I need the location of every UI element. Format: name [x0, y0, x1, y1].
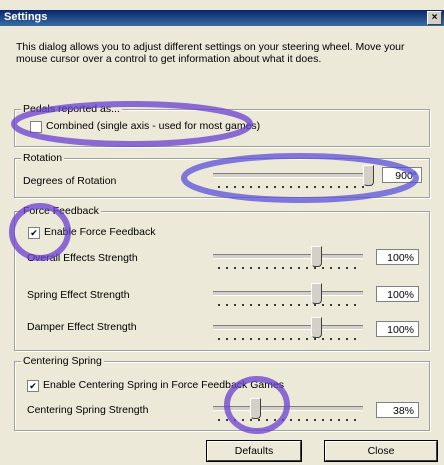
- force-feedback-legend: Force Feedback: [21, 205, 101, 217]
- spring-effect-label: Spring Effect Strength: [27, 289, 130, 301]
- overall-effects-value: 100%: [376, 249, 419, 265]
- overall-effects-label: Overall Effects Strength: [27, 252, 138, 264]
- close-button[interactable]: Close: [324, 440, 438, 462]
- centering-legend: Centering Spring: [21, 355, 104, 367]
- pedals-legend: Pedals reported as...: [21, 103, 122, 115]
- degrees-label: Degrees of Rotation: [23, 175, 117, 187]
- damper-effect-value: 100%: [376, 321, 419, 337]
- spring-effect-thumb[interactable]: [310, 283, 322, 304]
- rotation-legend: Rotation: [21, 152, 65, 164]
- force-feedback-group: Force Feedback ✔ Enable Force Feedback O…: [14, 205, 430, 351]
- combined-label: Combined (single axis - used for most ga…: [46, 120, 261, 132]
- defaults-button[interactable]: Defaults: [206, 440, 302, 462]
- centering-spring-group: Centering Spring ✔ Enable Centering Spri…: [14, 355, 430, 431]
- centering-strength-value: 38%: [376, 402, 419, 418]
- damper-effect-label: Damper Effect Strength: [27, 321, 137, 333]
- rotation-group: Rotation Degrees of Rotation 900°: [14, 152, 430, 198]
- window-title: Settings: [4, 11, 48, 23]
- title-bar: Settings ×: [0, 10, 444, 26]
- intro-text: This dialog allows you to adjust differe…: [16, 41, 405, 65]
- pedals-group: Pedals reported as... Combined (single a…: [14, 103, 430, 147]
- enable-ffb-label: Enable Force Feedback: [44, 226, 156, 238]
- enable-centering-checkbox[interactable]: ✔: [27, 380, 39, 392]
- enable-centering-label: Enable Centering Spring in Force Feedbac…: [43, 379, 285, 391]
- settings-dialog: Settings × This dialog allows you to adj…: [0, 0, 444, 465]
- spring-effect-value: 100%: [376, 286, 419, 302]
- enable-ffb-checkbox[interactable]: ✔: [28, 227, 40, 239]
- degrees-value: 900°: [382, 167, 422, 183]
- overall-effects-thumb[interactable]: [310, 246, 322, 267]
- damper-effect-thumb[interactable]: [310, 317, 322, 338]
- centering-strength-label: Centering Spring Strength: [27, 404, 149, 416]
- centering-strength-thumb[interactable]: [249, 398, 261, 419]
- close-window-button[interactable]: ×: [427, 11, 442, 25]
- rotation-slider-thumb[interactable]: [363, 165, 374, 186]
- combined-checkbox[interactable]: [30, 121, 42, 133]
